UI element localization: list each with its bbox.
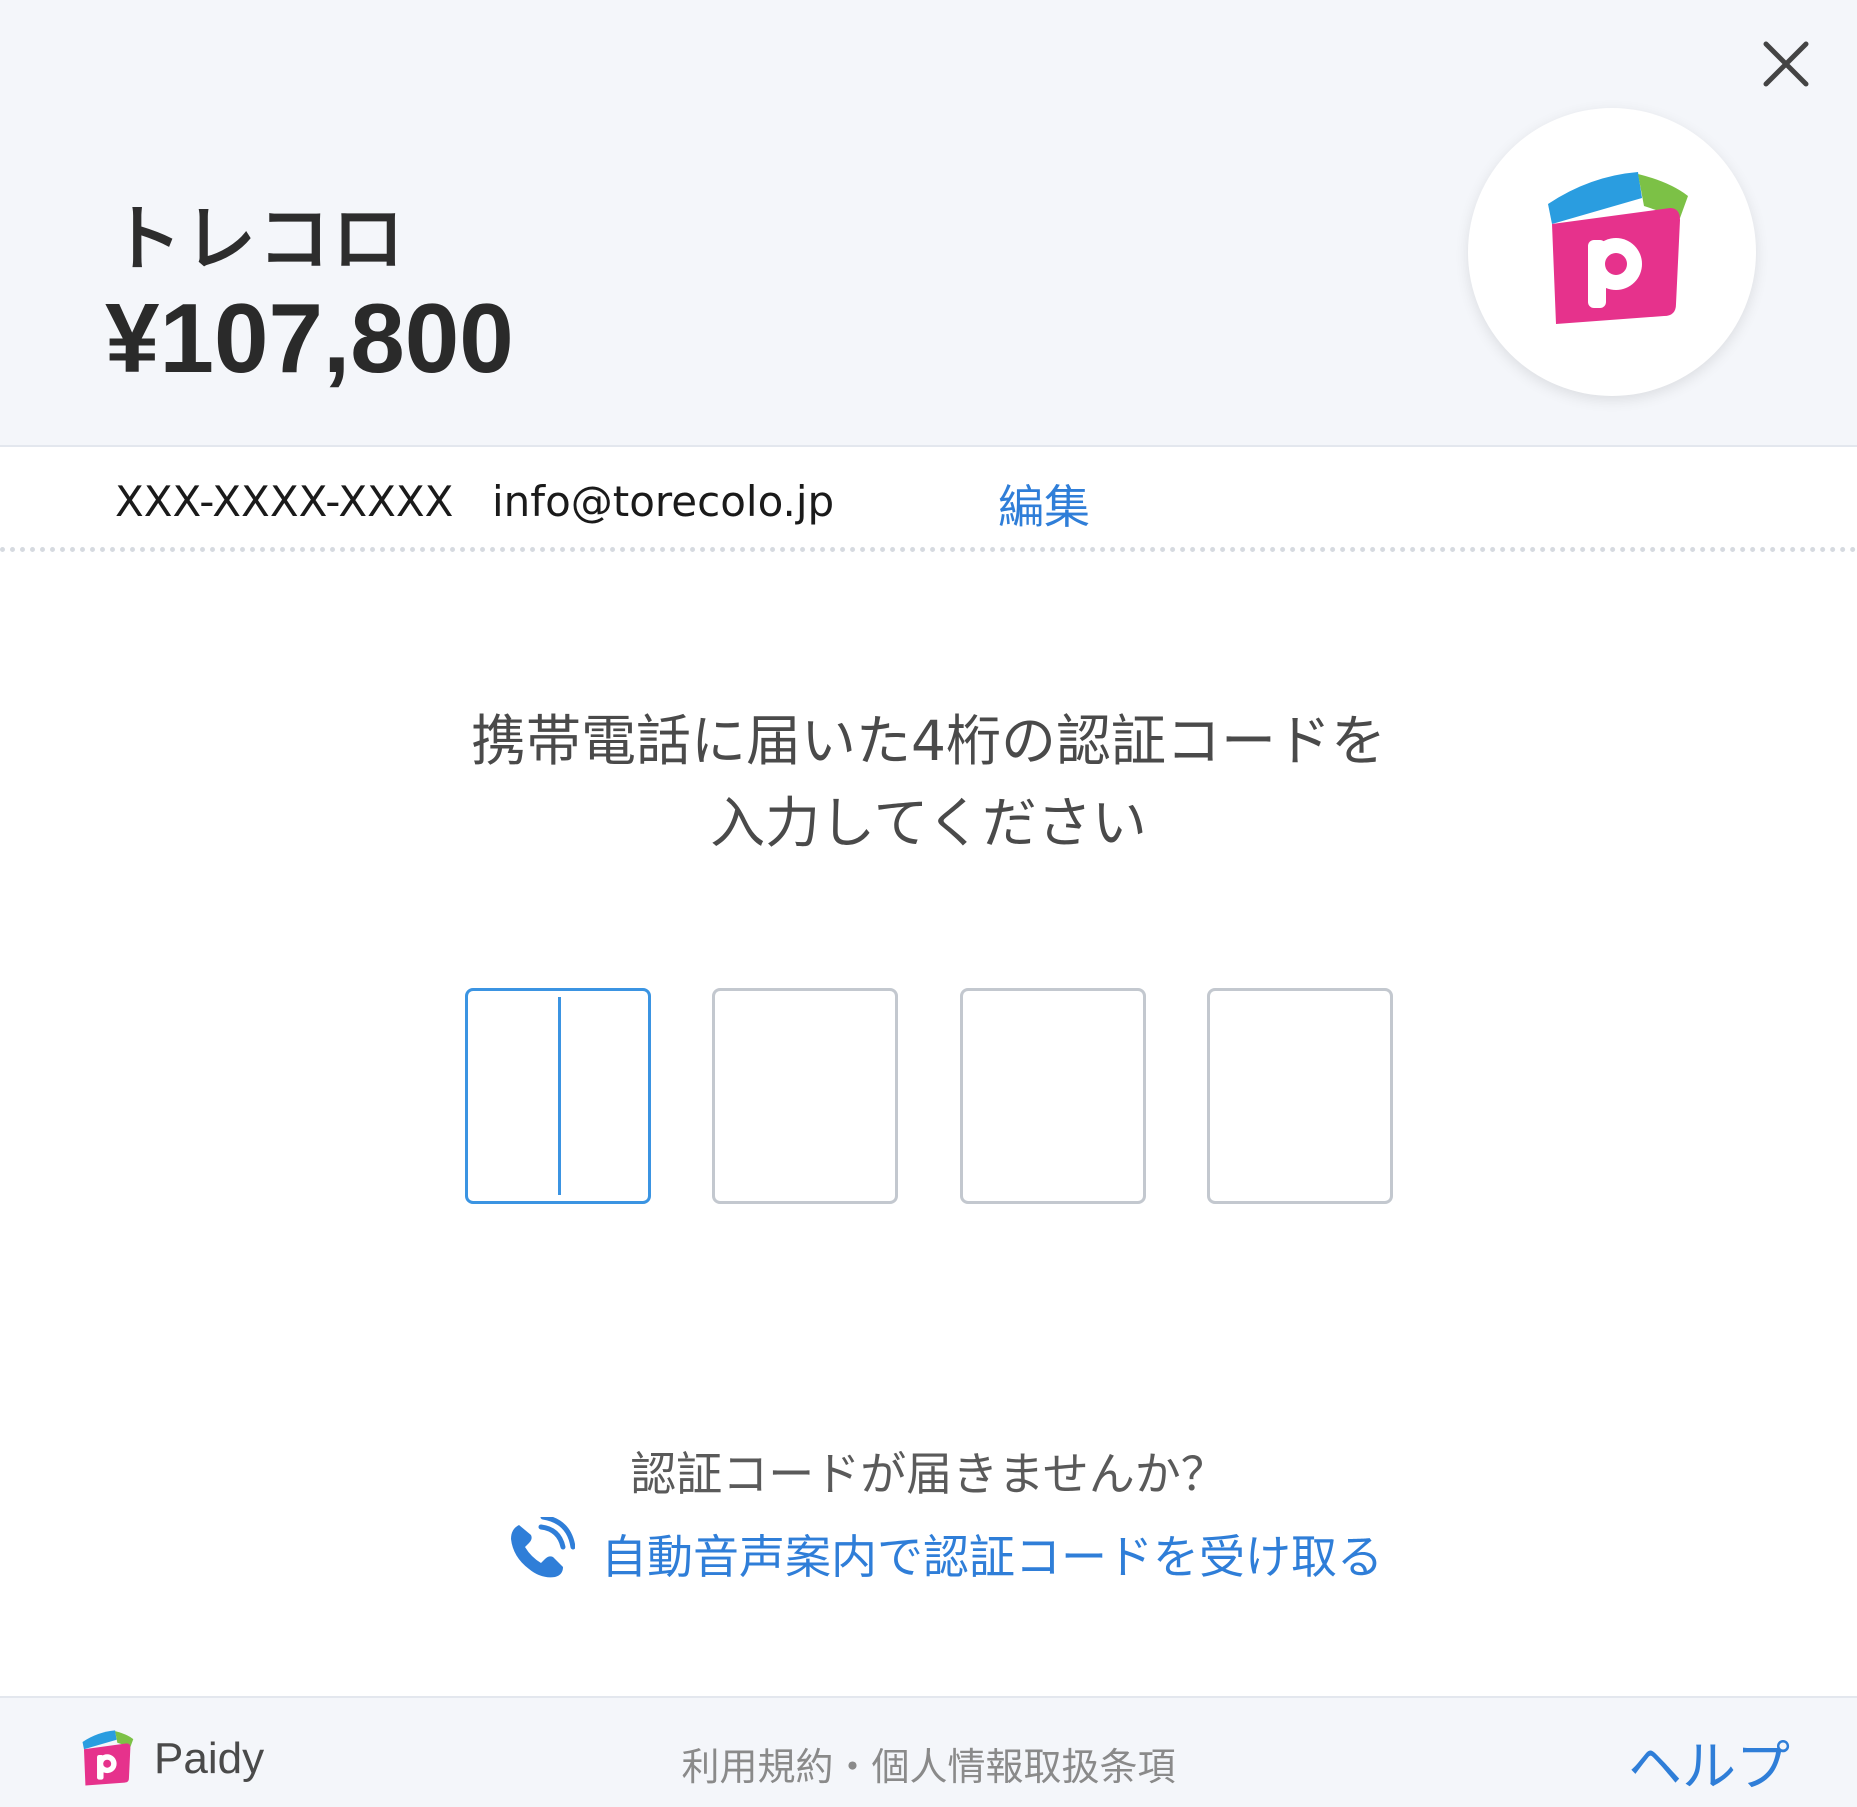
help-link[interactable]: ヘルプ — [1628, 1722, 1790, 1801]
merchant-name: トレコロ — [110, 197, 407, 281]
close-button[interactable] — [1760, 38, 1812, 90]
footer: Paidy 利用規約・個人情報取扱条項 ヘルプ — [0, 1696, 1857, 1807]
no-code-question: 認証コードが届きませんか？ — [630, 1447, 1227, 1501]
instruction-line-2: 入力してください — [710, 791, 1147, 855]
code-digit-1-input[interactable] — [465, 988, 651, 1204]
phone-number: XXX-XXXX-XXXX — [115, 477, 454, 526]
code-digit-3-input[interactable] — [960, 988, 1146, 1204]
text-cursor — [558, 997, 561, 1195]
voice-code-link-label: 自動音声案内で認証コードを受け取る — [601, 1530, 1383, 1584]
divider — [0, 547, 1857, 552]
edit-contact-link[interactable]: 編集 — [998, 471, 1090, 537]
contact-row: XXX-XXXX-XXXX info@torecolo.jp 編集 — [0, 447, 1857, 547]
paidy-logo-icon — [1548, 172, 1688, 324]
terms-link[interactable]: 利用規約・個人情報取扱条項 — [0, 1736, 1857, 1791]
code-digit-4-input[interactable] — [1207, 988, 1393, 1204]
brand-logo-badge — [1468, 108, 1756, 396]
close-icon — [1763, 41, 1809, 87]
header: トレコロ ¥107,800 — [0, 0, 1857, 447]
code-digit-2-input[interactable] — [712, 988, 898, 1204]
order-amount: ¥107,800 — [105, 283, 514, 393]
phone-call-icon — [511, 1517, 575, 1578]
instruction-line-1: 携帯電話に届いた4桁の認証コードを — [471, 709, 1386, 773]
email-address: info@torecolo.jp — [492, 477, 835, 526]
instruction-text: 携帯電話に届いた4桁の認証コードを 入力してください — [0, 700, 1857, 864]
